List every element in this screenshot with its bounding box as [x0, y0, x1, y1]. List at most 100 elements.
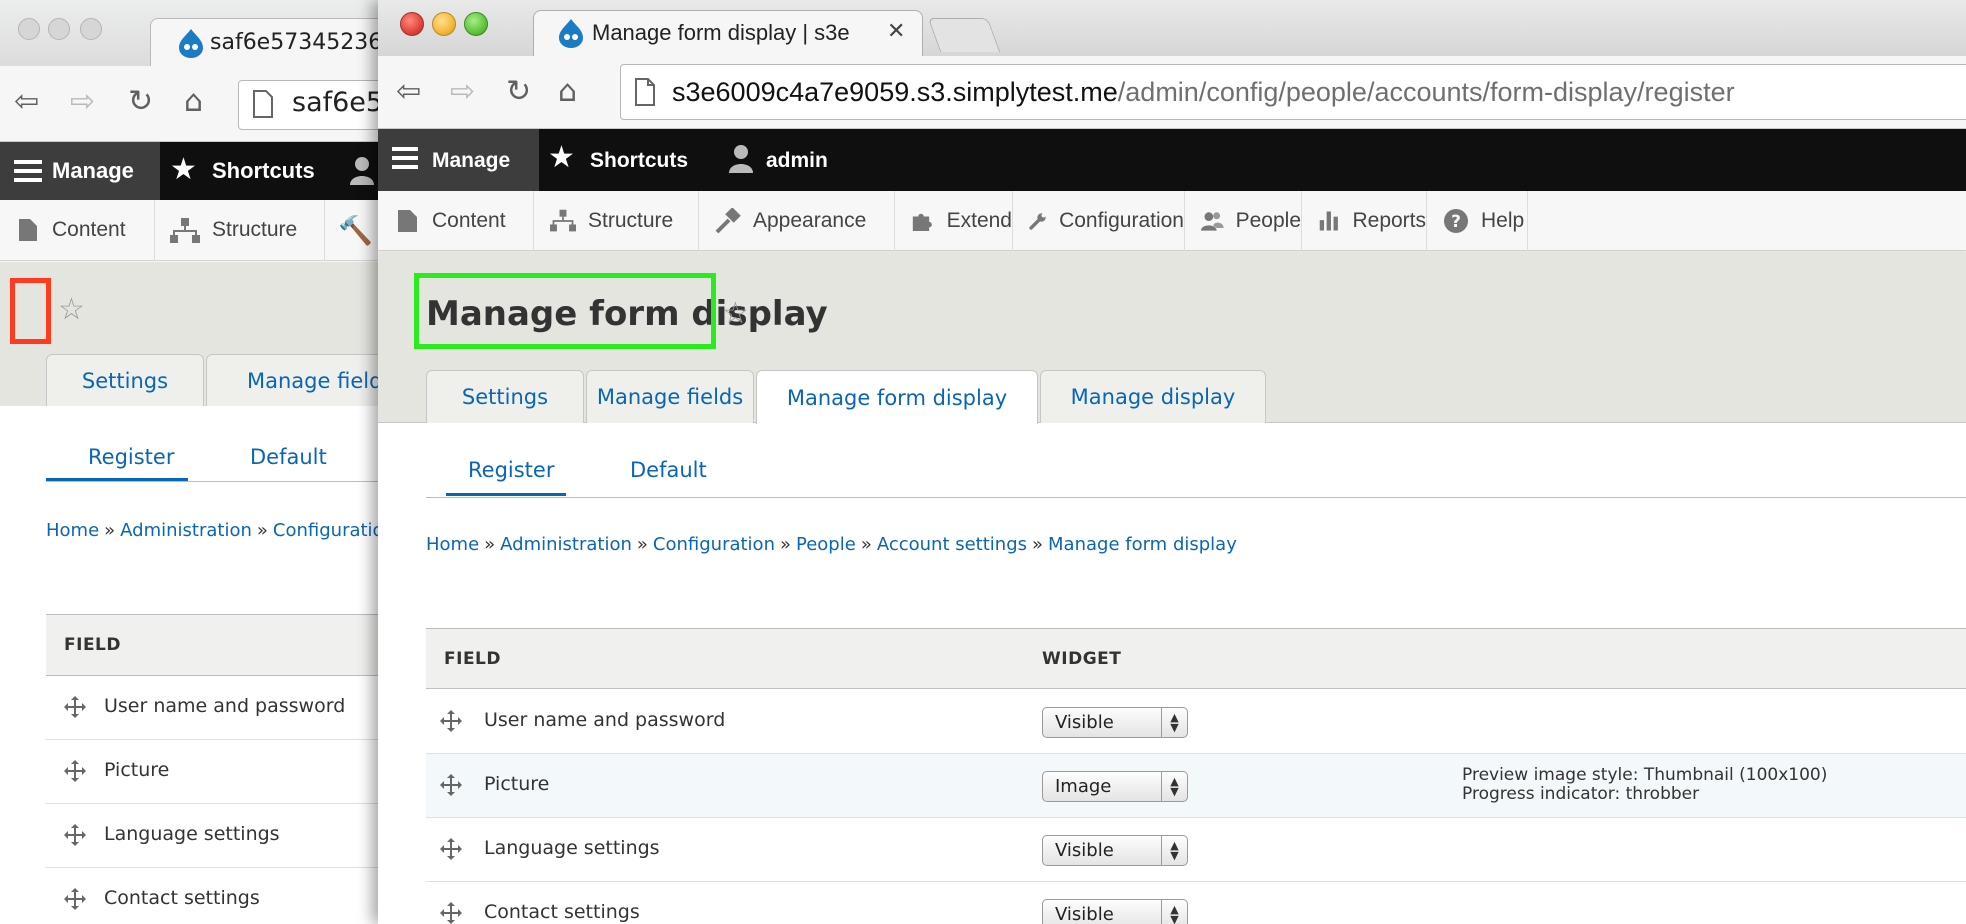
- home-icon[interactable]: ⌂: [184, 84, 203, 119]
- drag-handle-icon[interactable]: [64, 696, 86, 718]
- star-icon: ★: [170, 152, 197, 187]
- user-label[interactable]: admin: [766, 149, 828, 173]
- minimize-window-button[interactable]: [48, 18, 70, 40]
- subtab-register[interactable]: Register: [468, 458, 554, 482]
- breadcrumb-link[interactable]: Administration: [120, 520, 252, 541]
- new-tab-button[interactable]: [927, 18, 1001, 52]
- shortcuts-label[interactable]: Shortcuts: [590, 149, 688, 173]
- subtab-default[interactable]: Default: [250, 445, 327, 469]
- table-row: Contact settings Visible ▲ ▼: [426, 882, 1966, 924]
- breadcrumb-home[interactable]: Home: [426, 534, 479, 555]
- breadcrumb-manage-form-display[interactable]: Manage form display: [1048, 534, 1237, 555]
- breadcrumb-separator: »: [104, 520, 116, 541]
- tray-item-content[interactable]: Content: [378, 191, 534, 251]
- widget-select-value: Visible: [1055, 904, 1114, 924]
- tray-item-people[interactable]: People: [1185, 191, 1302, 251]
- drag-handle-icon[interactable]: [64, 824, 86, 846]
- drag-handle-icon[interactable]: [440, 710, 462, 732]
- tab-manage-display[interactable]: Manage display: [1040, 370, 1266, 423]
- widget-select-value: Image: [1055, 776, 1112, 797]
- widget-select-value: Visible: [1055, 840, 1114, 861]
- tray-item-configuration[interactable]: Configuration: [1013, 191, 1185, 251]
- divider: [426, 497, 1966, 498]
- breadcrumb-link[interactable]: Home: [46, 520, 99, 541]
- breadcrumb-separator: »: [1032, 534, 1044, 555]
- tab-manage-fields[interactable]: Manage fields: [586, 370, 754, 423]
- home-icon[interactable]: ⌂: [558, 74, 577, 109]
- tab-settings[interactable]: Settings: [46, 354, 204, 406]
- breadcrumb-configuration[interactable]: Configuration: [653, 534, 775, 555]
- tab-settings[interactable]: Settings: [426, 370, 584, 423]
- back-arrow-icon[interactable]: ⇦: [396, 74, 421, 109]
- field-name: User name and password: [104, 695, 346, 717]
- tab-title: Manage form display | s3e: [592, 20, 850, 45]
- table-row: User name and password Visible ▲ ▼: [426, 690, 1966, 754]
- widget-select[interactable]: Image ▲ ▼: [1042, 771, 1188, 802]
- widget-select[interactable]: Visible ▲ ▼: [1042, 835, 1188, 866]
- breadcrumb-link[interactable]: Configuratio: [273, 520, 384, 541]
- drag-handle-icon[interactable]: [440, 838, 462, 860]
- column-header-widget: WIDGET: [1042, 649, 1122, 669]
- tray-item-content[interactable]: Content: [52, 218, 126, 242]
- tray-item-help[interactable]: ? Help: [1427, 191, 1528, 251]
- tray-item-appearance[interactable]: Appearance: [699, 191, 895, 251]
- field-name: Contact settings: [104, 887, 260, 909]
- table-row: Language settings Visible ▲ ▼: [426, 818, 1966, 882]
- minimize-window-button[interactable]: [432, 12, 456, 36]
- tab-manage-fields[interactable]: Manage fields: [206, 354, 400, 406]
- manage-label: Manage: [432, 149, 511, 172]
- back-arrow-icon[interactable]: ⇦: [14, 84, 39, 119]
- structure-icon: [550, 209, 576, 232]
- subtab-default[interactable]: Default: [630, 458, 707, 482]
- close-tab-icon[interactable]: ✕: [887, 19, 905, 44]
- close-window-button[interactable]: [18, 18, 40, 40]
- shortcuts-label[interactable]: Shortcuts: [212, 158, 315, 184]
- breadcrumb-people[interactable]: People: [796, 534, 856, 555]
- url-host: s3e6009c4a7e9059.s3.simplytest.me: [672, 77, 1118, 107]
- subtab-register[interactable]: Register: [88, 445, 174, 469]
- shortcut-star-icon[interactable]: ☆: [722, 296, 749, 331]
- structure-icon: [170, 218, 200, 243]
- active-subtab-indicator: [446, 493, 566, 496]
- breadcrumb-administration[interactable]: Administration: [500, 534, 632, 555]
- foreground-browser-window: Manage form display | s3e ✕ ⇦ ⇨ ↻ ⌂ s3e6…: [378, 0, 1966, 924]
- tray-item-structure[interactable]: Structure: [212, 218, 297, 242]
- table-row: User name and password: [46, 676, 400, 740]
- zoom-window-button[interactable]: [80, 18, 102, 40]
- manage-label: Manage: [52, 158, 134, 183]
- breadcrumb-separator: »: [256, 520, 268, 541]
- tray-label: Structure: [588, 209, 674, 232]
- divider: [324, 200, 325, 261]
- people-icon: [1201, 212, 1224, 231]
- select-arrows-icon: ▲ ▼: [1161, 900, 1187, 924]
- user-icon: [350, 157, 374, 185]
- widget-select[interactable]: Visible ▲ ▼: [1042, 707, 1188, 738]
- svg-text:?: ?: [1451, 212, 1461, 232]
- select-arrows-icon: ▲ ▼: [1161, 708, 1187, 737]
- tray-item-extend[interactable]: Extend: [895, 191, 1013, 251]
- tray-item-structure[interactable]: Structure: [534, 191, 699, 251]
- summary-line: Preview image style: Thumbnail (100x100): [1462, 765, 1828, 785]
- page-icon: [635, 78, 655, 106]
- reload-icon[interactable]: ↻: [506, 74, 531, 109]
- tab-manage-form-display[interactable]: Manage form display: [756, 370, 1038, 424]
- drag-handle-icon[interactable]: [64, 888, 86, 910]
- field-name: Language settings: [484, 837, 660, 859]
- reload-icon[interactable]: ↻: [128, 84, 153, 119]
- drag-handle-icon[interactable]: [64, 760, 86, 782]
- widget-select[interactable]: Visible ▲ ▼: [1042, 899, 1188, 924]
- breadcrumb-account-settings[interactable]: Account settings: [877, 534, 1027, 555]
- forward-arrow-icon[interactable]: ⇨: [70, 84, 95, 119]
- zoom-window-button[interactable]: [464, 12, 488, 36]
- tray-label: Reports: [1352, 209, 1426, 232]
- drag-handle-icon[interactable]: [440, 774, 462, 796]
- tray-item-reports[interactable]: Reports: [1302, 191, 1427, 251]
- breadcrumb-separator: »: [484, 534, 496, 555]
- tray-label: Content: [432, 209, 506, 232]
- close-window-button[interactable]: [400, 12, 424, 36]
- table-row: Contact settings: [46, 868, 400, 924]
- widget-select-value: Visible: [1055, 712, 1114, 733]
- forward-arrow-icon[interactable]: ⇨: [450, 74, 475, 109]
- shortcut-star-icon[interactable]: ☆: [58, 292, 85, 327]
- drag-handle-icon[interactable]: [440, 902, 462, 924]
